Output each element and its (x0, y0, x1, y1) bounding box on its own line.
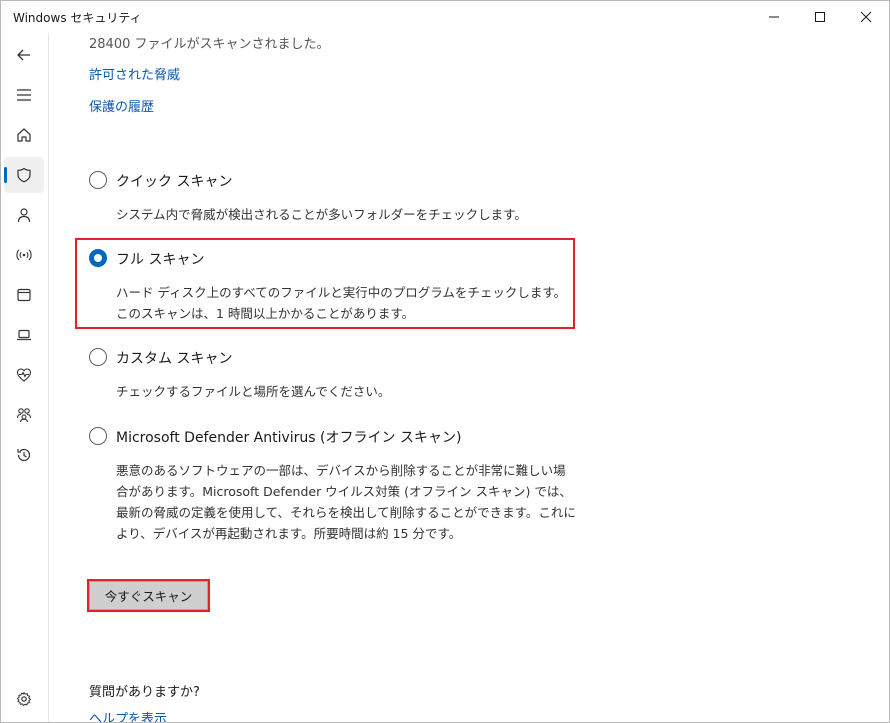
questions-heading: 質問がありますか? (89, 685, 200, 700)
close-icon (860, 11, 872, 23)
offline-scan-label: Microsoft Defender Antivirus (オフライン スキャン… (116, 430, 462, 446)
back-button[interactable] (4, 37, 44, 73)
get-help-link[interactable]: ヘルプを表示 (89, 708, 167, 722)
allowed-threats-link[interactable]: 許可された脅威 (89, 64, 180, 83)
window-title: Windows セキュリティ (13, 11, 142, 25)
full-scan-description: ハード ディスク上のすべてのファイルと実行中のプログラムをチェックします。このス… (116, 285, 567, 321)
offline-scan-radio[interactable] (89, 427, 107, 445)
wireless-icon (16, 249, 32, 261)
sidebar-item-firewall[interactable] (4, 237, 44, 273)
full-scan-radio[interactable] (89, 249, 107, 267)
minimize-icon (769, 16, 779, 18)
quick-scan-radio[interactable] (89, 171, 107, 189)
sidebar-item-device-security[interactable] (4, 317, 44, 353)
scanned-files-count: 28400 ファイルがスキャンされました。 (89, 37, 330, 52)
full-scan-label: フル スキャン (116, 252, 205, 268)
custom-scan-radio[interactable] (89, 348, 107, 366)
sidebar-item-history[interactable] (4, 437, 44, 473)
sidebar (1, 33, 49, 722)
history-icon (17, 448, 31, 462)
settings-gear-icon (17, 692, 31, 706)
custom-scan-label: カスタム スキャン (116, 351, 233, 367)
sidebar-item-home[interactable] (4, 117, 44, 153)
shield-icon (17, 167, 31, 183)
sidebar-item-device-health[interactable] (4, 357, 44, 393)
maximize-button[interactable] (797, 1, 843, 33)
app-window: Windows セキュリティ 28400 ファイルがスキャンされました。 許可さ… (0, 0, 890, 723)
scan-now-button[interactable]: 今すぐスキャン (89, 581, 208, 610)
minimize-button[interactable] (751, 1, 797, 33)
main-content: 28400 ファイルがスキャンされました。 許可された脅威 保護の履歴 クイック… (49, 33, 889, 722)
sidebar-item-settings[interactable] (4, 681, 44, 717)
sidebar-item-account[interactable] (4, 197, 44, 233)
app-browser-icon (17, 288, 31, 302)
home-icon (17, 128, 31, 142)
sidebar-item-virus-protection[interactable] (4, 157, 44, 193)
quick-scan-label: クイック スキャン (116, 174, 233, 190)
close-button[interactable] (843, 1, 889, 33)
quick-scan-description: システム内で脅威が検出されることが多いフォルダーをチェックします。 (116, 207, 527, 222)
family-icon (16, 408, 32, 423)
offline-scan-description: 悪意のあるソフトウェアの一部は、デバイスから削除することが非常に難しい場合があり… (116, 463, 576, 541)
heart-pulse-icon (16, 368, 32, 382)
back-arrow-icon (17, 49, 30, 61)
maximize-icon (815, 12, 825, 22)
person-icon (17, 208, 31, 223)
title-bar: Windows セキュリティ (1, 1, 889, 33)
sidebar-item-family[interactable] (4, 397, 44, 433)
custom-scan-description: チェックするファイルと場所を選んでください。 (116, 384, 391, 399)
quick-scan-option[interactable]: クイック スキャン システム内で脅威が検出されることが多いフォルダーをチェックし… (89, 171, 609, 223)
custom-scan-option[interactable]: カスタム スキャン チェックするファイルと場所を選んでください。 (89, 348, 609, 400)
sidebar-item-app-browser[interactable] (4, 277, 44, 313)
laptop-icon (17, 329, 31, 341)
protection-history-link[interactable]: 保護の履歴 (89, 96, 154, 115)
full-scan-option[interactable]: フル スキャン ハード ディスク上のすべてのファイルと実行中のプログラムをチェッ… (89, 249, 609, 323)
menu-button[interactable] (4, 77, 44, 113)
offline-scan-option[interactable]: Microsoft Defender Antivirus (オフライン スキャン… (89, 427, 609, 547)
hamburger-menu-icon (17, 89, 31, 101)
